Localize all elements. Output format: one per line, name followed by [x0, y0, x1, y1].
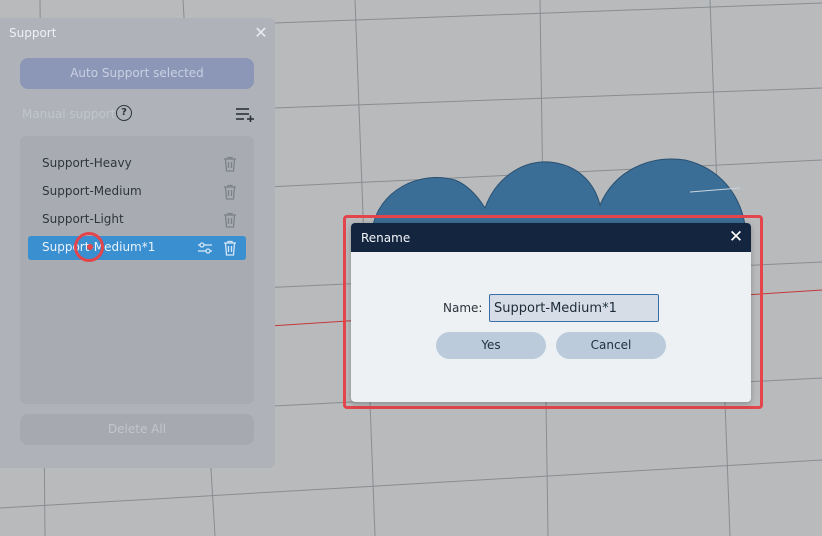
yes-button[interactable]: Yes — [436, 332, 546, 359]
help-icon[interactable]: ? — [116, 105, 132, 121]
manual-support-label: Manual support — [22, 107, 116, 121]
list-item-label: Support-Light — [42, 212, 124, 226]
list-item[interactable]: Support-Heavy — [28, 152, 246, 176]
list-item[interactable]: Support-Medium — [28, 180, 246, 204]
rename-dialog: Rename ✕ Name: Yes Cancel — [351, 223, 751, 402]
support-panel-title: Support — [9, 26, 57, 40]
list-item-label: Support-Heavy — [42, 156, 132, 170]
cursor-click-marker — [74, 232, 104, 262]
list-item[interactable]: Support-Light — [28, 208, 246, 232]
support-list: Support-Heavy Support-Medium Support-Lig… — [20, 136, 254, 404]
trash-icon[interactable] — [223, 212, 237, 228]
list-item-label: Support-Medium — [42, 184, 142, 198]
trash-icon[interactable] — [223, 184, 237, 200]
list-item-selected[interactable]: Support-Medium*1 — [28, 236, 246, 260]
close-icon[interactable]: ✕ — [252, 23, 270, 43]
support-panel-header: Support ✕ — [0, 18, 275, 50]
adjust-icon[interactable] — [197, 241, 213, 255]
trash-icon[interactable] — [223, 156, 237, 172]
add-list-icon[interactable] — [235, 106, 255, 122]
delete-all-button[interactable]: Delete All — [20, 414, 254, 445]
rename-dialog-title: Rename — [361, 231, 411, 245]
trash-icon[interactable] — [223, 240, 237, 256]
name-input[interactable] — [489, 294, 659, 322]
cancel-button[interactable]: Cancel — [556, 332, 666, 359]
support-panel: Support ✕ Auto Support selected Manual s… — [0, 18, 275, 468]
auto-support-button[interactable]: Auto Support selected — [20, 58, 254, 89]
name-label: Name: — [443, 301, 483, 315]
rename-dialog-header: Rename ✕ — [351, 223, 751, 252]
close-icon[interactable]: ✕ — [727, 227, 745, 247]
